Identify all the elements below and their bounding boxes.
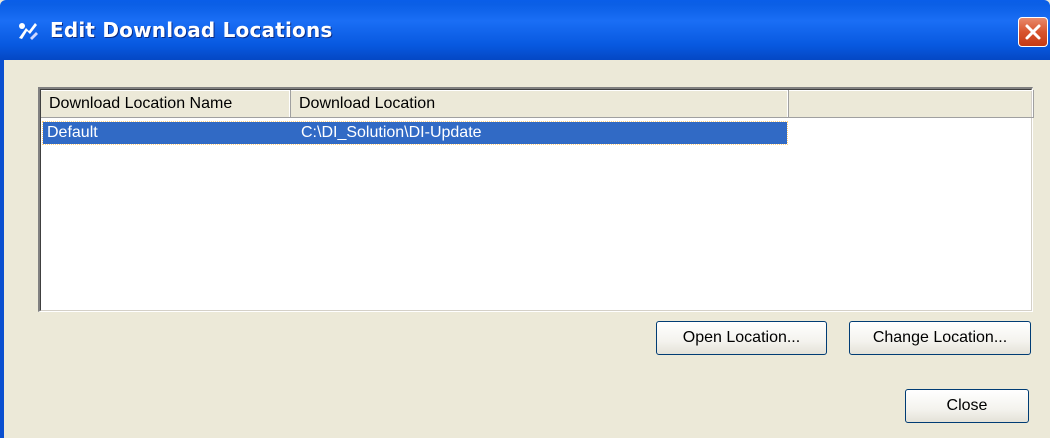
open-location-button[interactable]: Open Location...	[656, 321, 827, 355]
app-icon	[19, 23, 38, 40]
close-icon	[1025, 24, 1041, 40]
window-frame-left	[0, 60, 4, 438]
close-button[interactable]: Close	[905, 389, 1029, 423]
location-path-cell: C:\DI_Solution\DI-Update	[301, 124, 482, 141]
change-location-button[interactable]: Change Location...	[849, 321, 1031, 355]
column-header-name[interactable]: Download Location Name	[41, 90, 291, 118]
column-header-location[interactable]: Download Location	[291, 90, 789, 118]
list-header: Download Location Name Download Location	[41, 90, 1034, 118]
title-bar[interactable]: Edit Download Locations	[0, 0, 1050, 60]
column-header-empty[interactable]	[789, 90, 1034, 118]
close-window-button[interactable]	[1018, 17, 1048, 47]
list-item[interactable]: Default C:\DI_Solution\DI-Update	[42, 121, 788, 145]
dialog-window: Edit Download Locations Download Locatio…	[0, 0, 1050, 438]
download-locations-list[interactable]: Download Location Name Download Location…	[38, 87, 1034, 312]
location-name-cell: Default	[47, 124, 98, 141]
window-title: Edit Download Locations	[50, 18, 333, 42]
